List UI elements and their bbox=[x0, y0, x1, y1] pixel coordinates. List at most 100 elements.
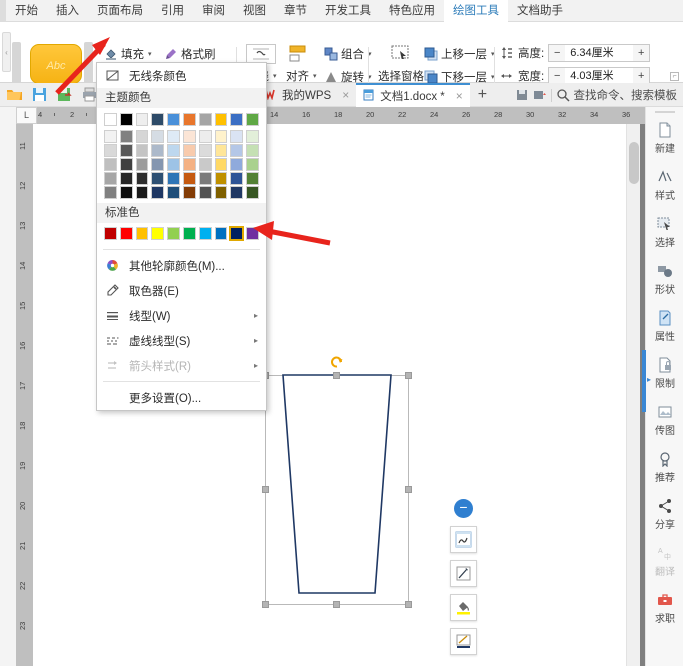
theme-swatch[interactable] bbox=[119, 144, 133, 157]
theme-swatch[interactable] bbox=[198, 113, 212, 126]
theme-swatch[interactable] bbox=[135, 186, 149, 199]
theme-swatch[interactable] bbox=[214, 144, 228, 157]
theme-swatch[interactable] bbox=[230, 130, 244, 143]
theme-swatch[interactable] bbox=[182, 172, 196, 185]
theme-swatch[interactable] bbox=[135, 113, 149, 126]
fill-button[interactable]: 填充 ▾ bbox=[100, 44, 156, 63]
theme-swatch[interactable] bbox=[214, 186, 228, 199]
sidebar-item-recommend[interactable]: 推荐 bbox=[646, 444, 683, 491]
menu-item-dash-style[interactable]: 虚线线型(S) ▸ bbox=[97, 328, 266, 353]
height-decrease-button[interactable]: − bbox=[549, 45, 566, 61]
menu-item-more-outline-colors[interactable]: 其他轮廓颜色(M)... bbox=[97, 253, 266, 278]
theme-swatch[interactable] bbox=[214, 113, 228, 126]
resize-handle-middle-right[interactable] bbox=[405, 486, 412, 493]
width-increase-button[interactable]: + bbox=[633, 68, 650, 84]
ribbon-tab-developer[interactable]: 开发工具 bbox=[316, 0, 380, 22]
open-folder-icon[interactable] bbox=[6, 86, 23, 103]
theme-swatch[interactable] bbox=[104, 172, 117, 185]
wrap-icon-box[interactable] bbox=[246, 44, 277, 64]
layout-options-button[interactable] bbox=[450, 526, 477, 553]
search-input[interactable]: 查找命令、搜索模板 bbox=[574, 87, 678, 103]
new-doc-tab-button[interactable]: + bbox=[470, 83, 495, 107]
menu-item-more-settings[interactable]: 更多设置(O)... bbox=[97, 385, 266, 410]
standard-swatch[interactable] bbox=[104, 227, 117, 240]
standard-swatch[interactable] bbox=[119, 227, 133, 240]
ribbon-tab-references[interactable]: 引用 bbox=[152, 0, 193, 22]
theme-swatch[interactable] bbox=[214, 130, 228, 143]
theme-swatch[interactable] bbox=[167, 186, 180, 199]
save-icon[interactable] bbox=[31, 86, 48, 103]
sidebar-item-share[interactable]: 分享 bbox=[646, 491, 683, 538]
theme-swatch[interactable] bbox=[246, 158, 259, 171]
theme-swatch[interactable] bbox=[182, 158, 196, 171]
shape-style-quick-button[interactable] bbox=[450, 628, 477, 655]
sidebar-item-properties[interactable]: 属性 bbox=[646, 303, 683, 350]
theme-swatch[interactable] bbox=[119, 113, 133, 126]
shape-fill-quick-button[interactable] bbox=[450, 594, 477, 621]
save-state-icon[interactable] bbox=[515, 88, 529, 102]
resize-handle-bottom-left[interactable] bbox=[262, 601, 269, 608]
ribbon-tab-drawing-tools[interactable]: 绘图工具 bbox=[444, 0, 508, 22]
theme-swatch[interactable] bbox=[182, 130, 196, 143]
save-as-icon[interactable] bbox=[56, 86, 73, 103]
theme-swatch[interactable] bbox=[167, 113, 180, 126]
size-dialog-launcher[interactable]: ⌐ bbox=[670, 72, 679, 81]
theme-swatch[interactable] bbox=[230, 113, 244, 126]
theme-swatch[interactable] bbox=[135, 144, 149, 157]
doc-tab-my-wps[interactable]: 我的WPS × bbox=[258, 83, 356, 107]
height-stepper[interactable]: − 6.34厘米 + bbox=[548, 44, 651, 62]
theme-swatch[interactable] bbox=[151, 144, 165, 157]
menu-item-line-style[interactable]: 线型(W) ▸ bbox=[97, 303, 266, 328]
theme-swatch[interactable] bbox=[119, 158, 133, 171]
selected-shape-group[interactable] bbox=[262, 356, 412, 608]
theme-swatch[interactable] bbox=[246, 144, 259, 157]
sidebar-collapse-handle[interactable] bbox=[654, 111, 675, 113]
doc-tab-close-icon[interactable]: × bbox=[342, 88, 349, 102]
standard-swatch[interactable] bbox=[246, 227, 259, 240]
theme-swatch[interactable] bbox=[119, 172, 133, 185]
fill-caret-icon[interactable]: ▾ bbox=[148, 50, 152, 58]
theme-swatch[interactable] bbox=[182, 186, 196, 199]
standard-swatch[interactable] bbox=[198, 227, 212, 240]
shape-outline-quick-button[interactable] bbox=[450, 560, 477, 587]
theme-swatch[interactable] bbox=[119, 130, 133, 143]
sidebar-item-select[interactable]: 选择 bbox=[646, 209, 683, 256]
theme-swatch[interactable] bbox=[198, 130, 212, 143]
theme-swatch[interactable] bbox=[246, 186, 259, 199]
trapezoid-shape[interactable] bbox=[265, 365, 409, 605]
ribbon-tab-page-layout[interactable]: 页面布局 bbox=[88, 0, 152, 22]
standard-swatch[interactable] bbox=[214, 227, 228, 240]
theme-swatch[interactable] bbox=[104, 144, 117, 157]
theme-swatch[interactable] bbox=[182, 113, 196, 126]
menu-item-no-line-color[interactable]: 无线条颜色 bbox=[97, 63, 266, 88]
sidebar-item-translate[interactable]: A中 翻译 bbox=[646, 538, 683, 585]
collapse-toolbar-button[interactable]: − bbox=[454, 499, 473, 518]
theme-swatch[interactable] bbox=[182, 144, 196, 157]
height-increase-button[interactable]: + bbox=[633, 45, 650, 61]
theme-swatch[interactable] bbox=[198, 186, 212, 199]
menu-item-eyedropper[interactable]: 取色器(E) bbox=[97, 278, 266, 303]
theme-swatch[interactable] bbox=[119, 186, 133, 199]
vertical-scrollbar-thumb[interactable] bbox=[629, 142, 639, 184]
ribbon-tab-start[interactable]: 开始 bbox=[6, 0, 47, 22]
sidebar-item-shape[interactable]: 形状 bbox=[646, 256, 683, 303]
theme-swatch[interactable] bbox=[104, 130, 117, 143]
shape-style-preview[interactable]: Abc bbox=[30, 44, 82, 84]
ribbon-tab-insert[interactable]: 插入 bbox=[47, 0, 88, 22]
theme-swatch[interactable] bbox=[151, 113, 165, 126]
theme-swatch[interactable] bbox=[230, 172, 244, 185]
width-value[interactable]: 4.03厘米 bbox=[565, 68, 633, 84]
sidebar-expand-arrow-icon[interactable]: ▸ bbox=[647, 375, 651, 384]
theme-swatch[interactable] bbox=[151, 158, 165, 171]
doc-tab-document1[interactable]: 文档1.docx * × bbox=[356, 83, 470, 107]
theme-swatch[interactable] bbox=[246, 130, 259, 143]
theme-swatch[interactable] bbox=[246, 172, 259, 185]
sidebar-item-upload-image[interactable]: 传图 bbox=[646, 397, 683, 444]
standard-swatch[interactable] bbox=[167, 227, 180, 240]
theme-swatch[interactable] bbox=[104, 113, 117, 126]
standard-swatch[interactable] bbox=[135, 227, 149, 240]
theme-swatch[interactable] bbox=[104, 158, 117, 171]
standard-swatch-selected[interactable] bbox=[229, 226, 245, 241]
theme-swatch[interactable] bbox=[167, 144, 180, 157]
ribbon-tab-review[interactable]: 审阅 bbox=[193, 0, 234, 22]
